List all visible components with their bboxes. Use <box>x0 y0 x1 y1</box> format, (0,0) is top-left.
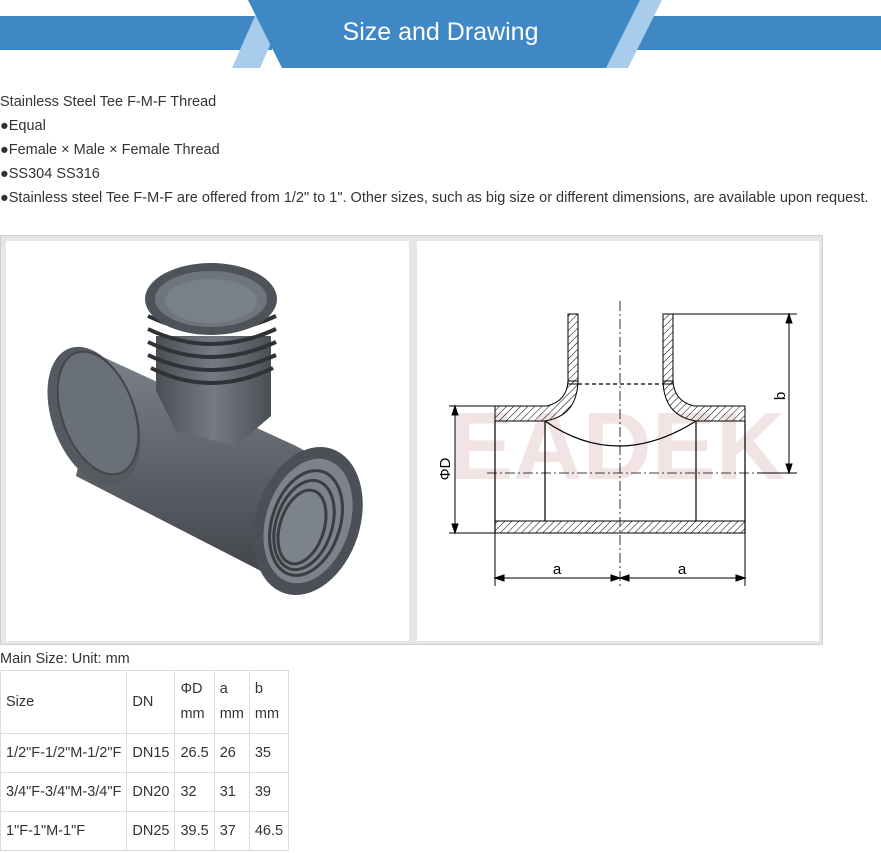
header-d-unit: mm <box>180 706 205 722</box>
feature-equal: ●Equal <box>0 118 46 134</box>
cell-dn: DN25 <box>126 811 176 851</box>
header-b-unit: mm <box>254 706 280 722</box>
header-a: a mm <box>213 670 250 734</box>
table-header-row: Size DN ΦD mm a mm b mm <box>0 670 290 734</box>
product-name: Stainless Steel Tee F-M-F Thread <box>0 94 217 110</box>
tee-technical-drawing: EADEK b ΦD a a <box>437 301 797 586</box>
header-d-name: ΦD <box>180 681 203 697</box>
cell-a: 26 <box>213 733 250 773</box>
table-row: 1/2"F-1/2"M-1/2"F DN15 26.5 26 35 <box>0 733 290 773</box>
product-figure: EADEK b ΦD a a <box>0 235 823 645</box>
product-description: Stainless Steel Tee F-M-F Thread ●Equal … <box>0 90 870 210</box>
header-b: b mm <box>248 670 290 734</box>
cell-d: 39.5 <box>174 811 215 851</box>
dimension-d-label: ΦD <box>437 457 454 480</box>
section-title: Size and Drawing <box>342 18 539 46</box>
size-table: Size DN ΦD mm a mm b mm 1/2"F-1/2"M-1/2"F D… <box>0 670 290 851</box>
feature-thread: ●Female × Male × Female Thread <box>0 142 220 158</box>
cell-size: 3/4"F-3/4"M-3/4"F <box>0 772 128 812</box>
feature-material: ●SS304 SS316 <box>0 166 100 182</box>
header-d: ΦD mm <box>174 670 215 734</box>
cell-b: 46.5 <box>248 811 290 851</box>
section-banner: Size and Drawing <box>0 0 881 68</box>
cell-dn: DN15 <box>126 733 176 773</box>
cell-d: 32 <box>174 772 215 812</box>
dimension-b-label: b <box>772 392 789 400</box>
dimension-a-left-label: a <box>553 561 562 578</box>
table-row: 1"F-1"M-1"F DN25 39.5 37 46.5 <box>0 811 290 851</box>
header-size: Size <box>0 670 128 734</box>
header-b-name: b <box>254 681 263 697</box>
cell-size: 1"F-1"M-1"F <box>0 811 128 851</box>
cell-b: 39 <box>248 772 290 812</box>
header-a-name: a <box>219 681 228 697</box>
cell-b: 35 <box>248 733 290 773</box>
header-a-unit: mm <box>219 706 244 722</box>
dimension-a-right-label: a <box>678 561 687 578</box>
technical-drawing-panel: EADEK b ΦD a a <box>417 241 819 641</box>
header-dn: DN <box>126 670 176 734</box>
size-caption: Main Size: Unit: mm <box>0 651 130 667</box>
cell-d: 26.5 <box>174 733 215 773</box>
tee-fitting-illustration <box>47 263 363 596</box>
cell-a: 37 <box>213 811 250 851</box>
product-photo-panel <box>6 241 409 641</box>
table-row: 3/4"F-3/4"M-3/4"F DN20 32 31 39 <box>0 772 290 812</box>
feature-sizes: ●Stainless steel Tee F-M-F are offered f… <box>0 190 869 206</box>
cell-a: 31 <box>213 772 250 812</box>
cell-dn: DN20 <box>126 772 176 812</box>
cell-size: 1/2"F-1/2"M-1/2"F <box>0 733 128 773</box>
